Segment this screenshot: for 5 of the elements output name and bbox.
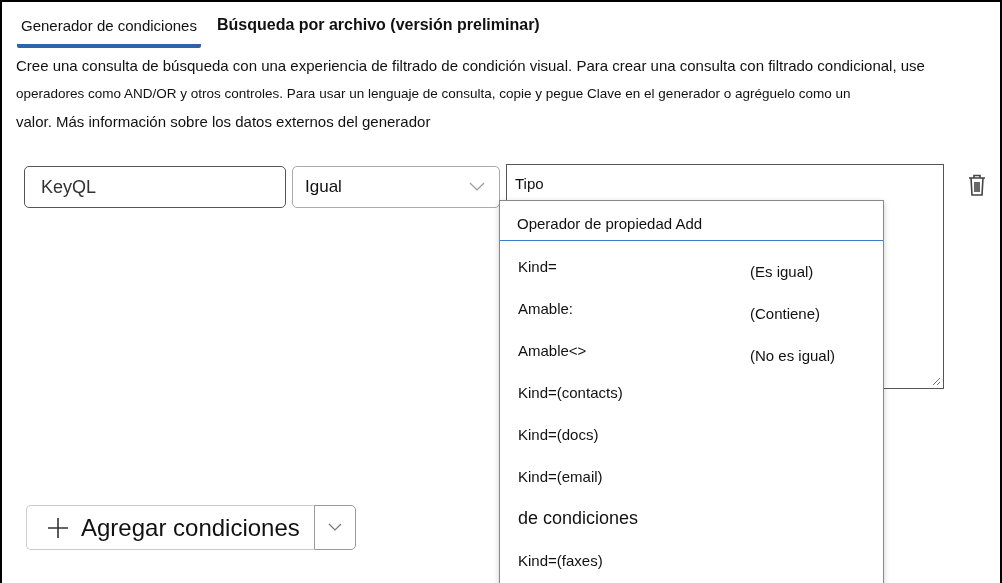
menu-header: Operador de propiedad Add — [500, 201, 883, 241]
description-text: Cree una consulta de búsqueda con una experiencia de filtrado de condición visual. Para crear una consulta con filtrado condicional, use — [16, 56, 926, 76]
description-text: valor. Más información sobre los datos externos del generador — [16, 112, 432, 132]
menu-section-heading: de condiciones — [517, 506, 640, 530]
description-text: operadores como AND/OR y otros controles. Para usar un lenguaje de consulta, copie y pegue Clave en el generador o agréguelo como un — [16, 85, 852, 103]
